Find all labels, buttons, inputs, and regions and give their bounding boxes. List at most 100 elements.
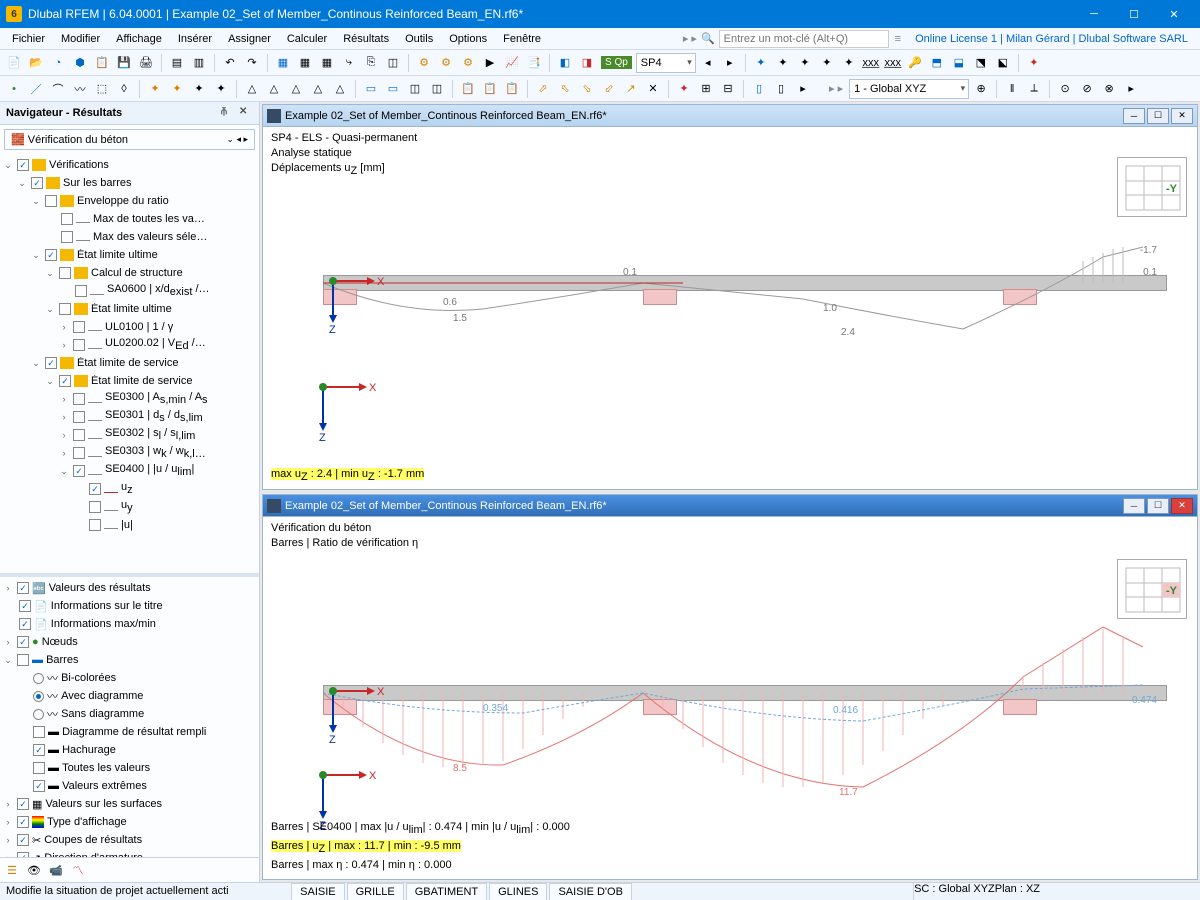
v7-icon[interactable]: x̲x̲x̲ <box>883 53 903 73</box>
s5-icon[interactable]: △ <box>330 79 350 99</box>
m1-icon[interactable]: ✦ <box>145 79 165 99</box>
v3-icon[interactable]: ✦ <box>795 53 815 73</box>
n4-icon[interactable]: 〰 <box>70 79 90 99</box>
view1-orientation-widget[interactable]: -Y <box>1117 157 1187 217</box>
menu-modifier[interactable]: Modifier <box>53 30 108 48</box>
g2-icon[interactable]: ‖ <box>1002 79 1022 99</box>
d3-icon[interactable]: ⬂ <box>577 79 597 99</box>
view2-canvas[interactable]: Vérification du béton Barres | Ratio de … <box>263 517 1197 879</box>
search-input[interactable] <box>719 30 889 48</box>
view1-canvas[interactable]: SP4 - ELS - Quasi-permanent Analyse stat… <box>263 127 1197 489</box>
l3-icon[interactable]: ⬔ <box>971 53 991 73</box>
coord-combo[interactable]: 1 - Global XYZ <box>849 79 969 99</box>
loadcase-combo[interactable]: SP4 <box>636 53 696 73</box>
doc1-icon[interactable]: ▤ <box>167 53 187 73</box>
r2-icon[interactable]: ▭ <box>383 79 403 99</box>
s4-icon[interactable]: △ <box>308 79 328 99</box>
n3-icon[interactable]: ⌒ <box>48 79 68 99</box>
res2-icon[interactable]: ◨ <box>577 53 597 73</box>
table3-icon[interactable]: ▦ <box>317 53 337 73</box>
ax2-icon[interactable]: ✦ <box>674 79 694 99</box>
g5-icon[interactable]: ⊘ <box>1077 79 1097 99</box>
res1-icon[interactable]: ◧ <box>555 53 575 73</box>
c1-icon[interactable]: 📋 <box>458 79 478 99</box>
view1-min[interactable]: ─ <box>1123 108 1145 124</box>
view2-orientation-widget[interactable]: -Y <box>1117 559 1187 619</box>
g3-icon[interactable]: ⟂ <box>1024 79 1044 99</box>
d1-icon[interactable]: ⬀ <box>533 79 553 99</box>
s3-icon[interactable]: △ <box>286 79 306 99</box>
tab-grille[interactable]: GRILLE <box>347 883 404 900</box>
block-icon[interactable]: ⬢ <box>70 53 90 73</box>
n2-icon[interactable]: ／ <box>26 79 46 99</box>
menu-affichage[interactable]: Affichage <box>108 30 170 48</box>
script-icon[interactable]: ⎘ <box>361 53 381 73</box>
tab-gbatiment[interactable]: GBATIMENT <box>406 883 487 900</box>
redo-icon[interactable]: ↷ <box>242 53 262 73</box>
clipboard-icon[interactable]: 📋 <box>92 53 112 73</box>
g6-icon[interactable]: ⊗ <box>1099 79 1119 99</box>
s2-icon[interactable]: △ <box>264 79 284 99</box>
r1-icon[interactable]: ▭ <box>361 79 381 99</box>
s1-icon[interactable]: △ <box>242 79 262 99</box>
l2-icon[interactable]: ⬓ <box>949 53 969 73</box>
navtab-2[interactable]: 👁 <box>24 860 44 880</box>
calc2-icon[interactable]: ⚙ <box>436 53 456 73</box>
view2-titlebar[interactable]: Example 02_Set of Member_Continous Reinf… <box>263 495 1197 517</box>
g1-icon[interactable]: ⊕ <box>971 79 991 99</box>
ax-icon[interactable]: ✦ <box>1024 53 1044 73</box>
v6-icon[interactable]: x̲x̲x̲ <box>861 53 881 73</box>
close-button[interactable]: ✕ <box>1154 0 1194 28</box>
addon-icon[interactable]: ◫ <box>383 53 403 73</box>
navtab-4[interactable]: 〽 <box>68 860 88 880</box>
v4-icon[interactable]: ✦ <box>817 53 837 73</box>
p2-icon[interactable]: ▯ <box>771 79 791 99</box>
navigator-tree[interactable]: ⌄Vérifications ⌄Sur les barres ⌄Envelopp… <box>0 154 259 573</box>
table2-icon[interactable]: ▦ <box>295 53 315 73</box>
minimize-button[interactable]: ─ <box>1074 0 1114 28</box>
n6-icon[interactable]: ◊ <box>114 79 134 99</box>
p1-icon[interactable]: ▯ <box>749 79 769 99</box>
g4-icon[interactable]: ⊙ <box>1055 79 1075 99</box>
key-icon[interactable]: 🔑 <box>905 53 925 73</box>
l4-icon[interactable]: ⬕ <box>993 53 1013 73</box>
p3-icon[interactable]: ▸ <box>793 79 813 99</box>
print-icon[interactable]: 🖨 <box>136 53 156 73</box>
menu-fichier[interactable]: Fichier <box>4 30 53 48</box>
report-icon[interactable]: 📑 <box>524 53 544 73</box>
d2-icon[interactable]: ⬁ <box>555 79 575 99</box>
save-icon[interactable]: 💾 <box>114 53 134 73</box>
c2-icon[interactable]: 📋 <box>480 79 500 99</box>
g7-icon[interactable]: ▸ <box>1121 79 1141 99</box>
doc2-icon[interactable]: ▥ <box>189 53 209 73</box>
menu-calculer[interactable]: Calculer <box>279 30 335 48</box>
view2-close[interactable]: ✕ <box>1171 498 1193 514</box>
menu-resultats[interactable]: Résultats <box>335 30 397 48</box>
tab-saisie[interactable]: SAISIE <box>291 883 344 900</box>
del-icon[interactable]: ✕ <box>643 79 663 99</box>
nav-close-icon[interactable]: ✕ <box>239 106 253 120</box>
goto-icon[interactable]: ⤷ <box>339 53 359 73</box>
v1-icon[interactable]: ✦ <box>751 53 771 73</box>
prev-icon[interactable]: ◂ <box>698 53 718 73</box>
calc1-icon[interactable]: ⚙ <box>414 53 434 73</box>
table1-icon[interactable]: ▦ <box>273 53 293 73</box>
c3-icon[interactable]: 📋 <box>502 79 522 99</box>
r4-icon[interactable]: ◫ <box>427 79 447 99</box>
m2-icon[interactable]: ✦ <box>167 79 187 99</box>
r3-icon[interactable]: ◫ <box>405 79 425 99</box>
next-icon[interactable]: ▸ <box>720 53 740 73</box>
maximize-button[interactable]: ☐ <box>1114 0 1154 28</box>
navigator-lower-tree[interactable]: ›🔤 Valeurs des résultats 📄 Informations … <box>0 577 259 857</box>
menu-options[interactable]: Options <box>441 30 495 48</box>
new-icon[interactable]: 📄 <box>4 53 24 73</box>
v5-icon[interactable]: ✦ <box>839 53 859 73</box>
view1-close[interactable]: ✕ <box>1171 108 1193 124</box>
tab-saisie-ob[interactable]: SAISIE D'OB <box>549 883 631 900</box>
undo-icon[interactable]: ↶ <box>220 53 240 73</box>
calc3-icon[interactable]: ⚙ <box>458 53 478 73</box>
menu-inserer[interactable]: Insérer <box>170 30 220 48</box>
m3-icon[interactable]: ✦ <box>189 79 209 99</box>
navigator-combo[interactable]: 🧱 Vérification du béton⌄ ◂ ▸ <box>4 129 255 150</box>
n1-icon[interactable]: • <box>4 79 24 99</box>
